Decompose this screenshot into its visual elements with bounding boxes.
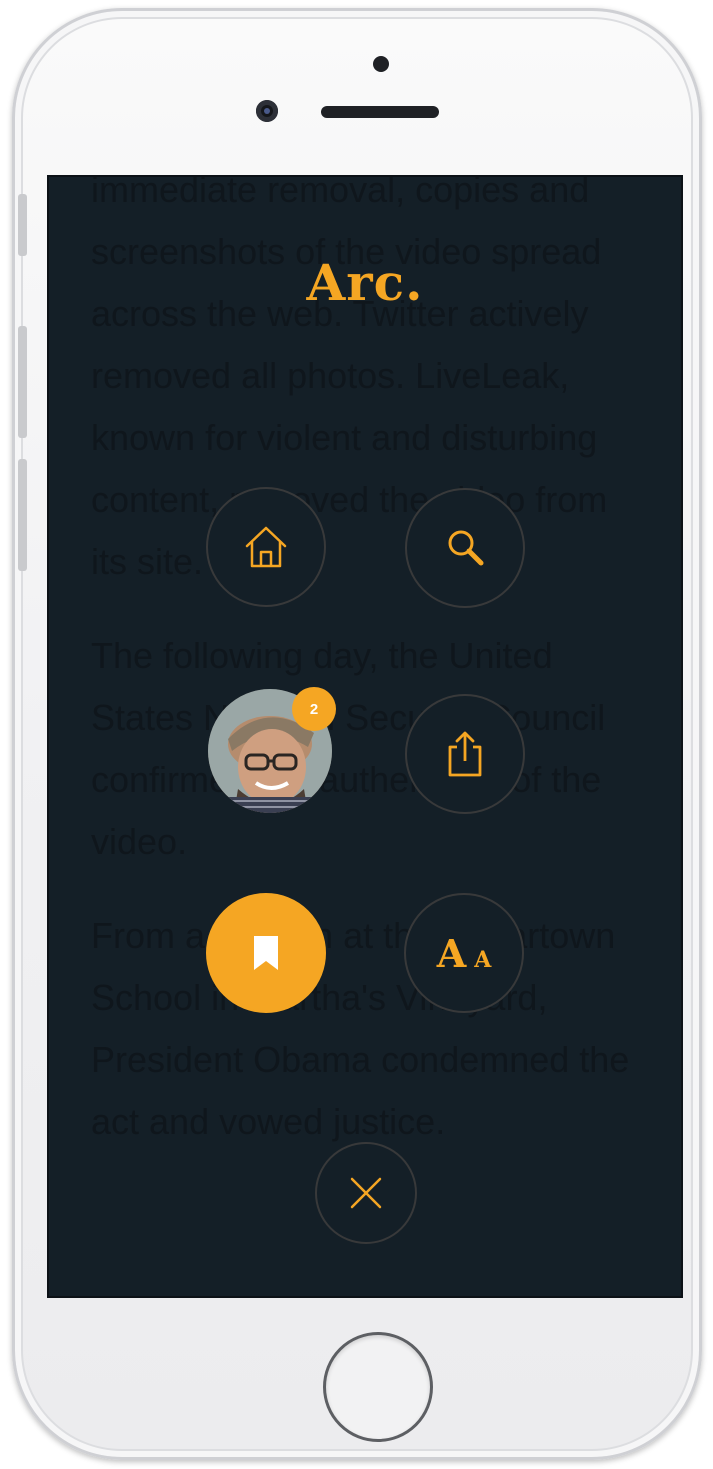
article-paragraph: immediate removal, copies and screenshot… [91,175,608,582]
front-camera [256,100,278,122]
font-size-large-letter: A [436,930,467,976]
home-hardware-button[interactable] [323,1332,433,1442]
earpiece-speaker [321,106,439,118]
share-icon [448,731,482,777]
font-size-small-letter: A [474,946,492,973]
search-icon [448,530,484,566]
app-screen: immediate removal, copies and screenshot… [47,175,683,1298]
article-paragraph: From a podium at the Edgartown School in… [91,915,630,1142]
bookmark-icon [254,936,278,970]
share-button[interactable] [405,694,525,814]
search-button[interactable] [405,488,525,608]
proximity-sensor [373,56,389,72]
bookmark-button[interactable] [206,893,326,1013]
article-background-text: immediate removal, copies and screenshot… [91,175,651,1185]
app-logo: Arc. [306,253,424,312]
close-menu-button[interactable] [315,1142,417,1244]
volume-up-button [18,326,27,438]
mute-switch [18,194,27,256]
home-button[interactable] [206,487,326,607]
close-icon [350,1177,382,1209]
font-size-button[interactable]: A A [404,893,524,1013]
home-icon [245,526,287,568]
article-paragraph: The following day, the United States Nat… [91,635,606,862]
font-size-icon: A A [437,931,492,976]
notification-badge: 2 [292,687,336,731]
volume-down-button [18,459,27,571]
